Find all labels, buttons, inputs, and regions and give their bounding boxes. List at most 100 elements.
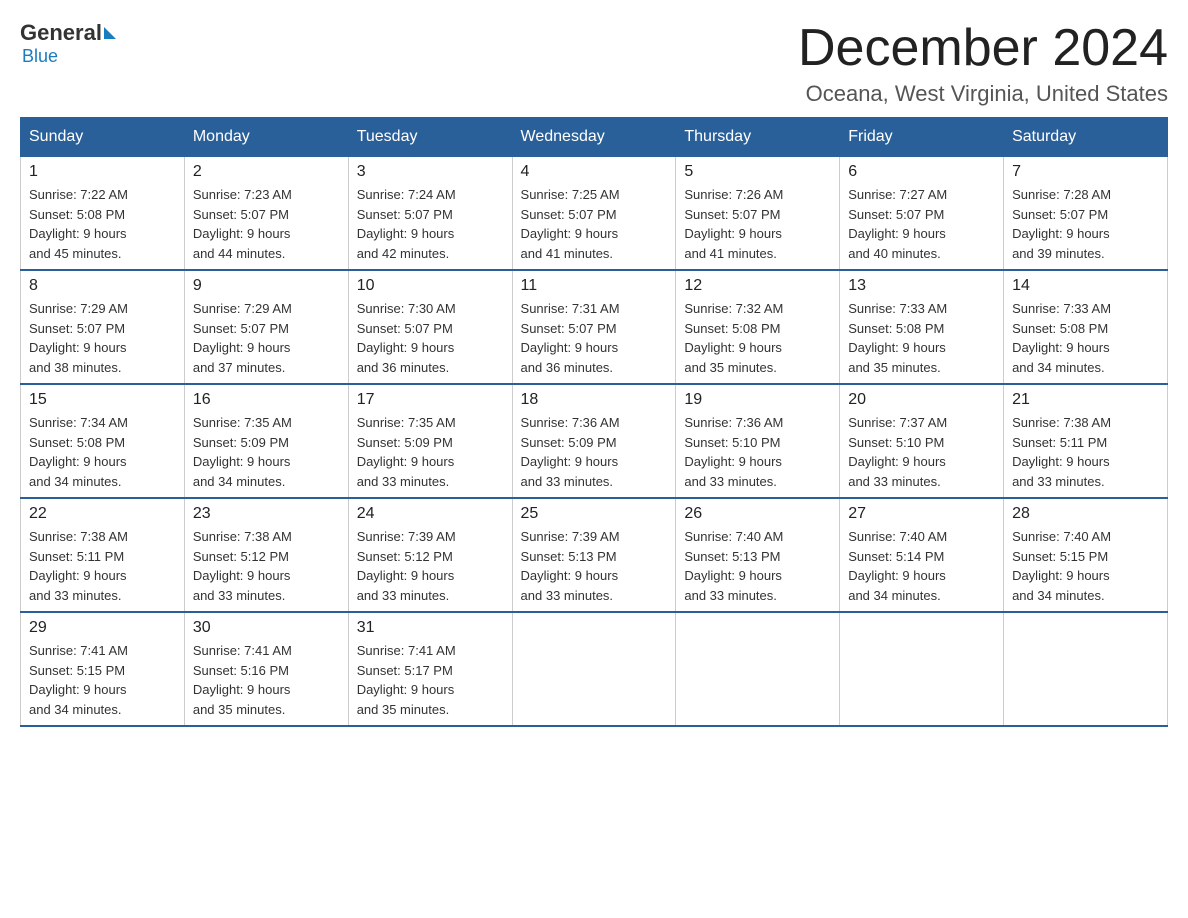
- day-info: Sunrise: 7:37 AMSunset: 5:10 PMDaylight:…: [848, 413, 995, 491]
- day-info: Sunrise: 7:27 AMSunset: 5:07 PMDaylight:…: [848, 185, 995, 263]
- calendar-week-row: 1Sunrise: 7:22 AMSunset: 5:08 PMDaylight…: [21, 157, 1168, 271]
- title-section: December 2024 Oceana, West Virginia, Uni…: [798, 20, 1168, 107]
- day-info: Sunrise: 7:38 AMSunset: 5:11 PMDaylight:…: [1012, 413, 1159, 491]
- day-number: 6: [848, 163, 995, 181]
- calendar-cell: 11 Sunrise: 7:31 AMSunset: 5:07 PMDayligh…: [512, 270, 676, 384]
- day-number: 21: [1012, 391, 1159, 409]
- calendar-table: SundayMondayTuesdayWednesdayThursdayFrid…: [20, 117, 1168, 727]
- day-info: Sunrise: 7:41 AMSunset: 5:15 PMDaylight:…: [29, 641, 176, 719]
- calendar-cell: 31Sunrise: 7:41 AMSunset: 5:17 PMDayligh…: [348, 612, 512, 726]
- calendar-cell: 4 Sunrise: 7:25 AMSunset: 5:07 PMDaylight…: [512, 157, 676, 271]
- calendar-cell: 9 Sunrise: 7:29 AMSunset: 5:07 PMDaylight…: [184, 270, 348, 384]
- calendar-cell: [1004, 612, 1168, 726]
- day-number: 26: [684, 505, 831, 523]
- day-number: 11: [521, 277, 668, 295]
- day-number: 14: [1012, 277, 1159, 295]
- day-number: 25: [521, 505, 668, 523]
- weekday-header-thursday: Thursday: [676, 118, 840, 157]
- logo: General Blue: [20, 20, 118, 67]
- calendar-cell: 6 Sunrise: 7:27 AMSunset: 5:07 PMDaylight…: [840, 157, 1004, 271]
- day-info: Sunrise: 7:25 AMSunset: 5:07 PMDaylight:…: [521, 185, 668, 263]
- day-info: Sunrise: 7:34 AMSunset: 5:08 PMDaylight:…: [29, 413, 176, 491]
- calendar-cell: 10 Sunrise: 7:30 AMSunset: 5:07 PMDayligh…: [348, 270, 512, 384]
- calendar-cell: 8 Sunrise: 7:29 AMSunset: 5:07 PMDaylight…: [21, 270, 185, 384]
- day-number: 5: [684, 163, 831, 181]
- day-info: Sunrise: 7:39 AMSunset: 5:12 PMDaylight:…: [357, 527, 504, 605]
- calendar-cell: 25Sunrise: 7:39 AMSunset: 5:13 PMDayligh…: [512, 498, 676, 612]
- calendar-cell: 16 Sunrise: 7:35 AMSunset: 5:09 PMDayligh…: [184, 384, 348, 498]
- day-info: Sunrise: 7:24 AMSunset: 5:07 PMDaylight:…: [357, 185, 504, 263]
- weekday-header-tuesday: Tuesday: [348, 118, 512, 157]
- weekday-header-wednesday: Wednesday: [512, 118, 676, 157]
- calendar-cell: 12Sunrise: 7:32 AMSunset: 5:08 PMDayligh…: [676, 270, 840, 384]
- day-info: Sunrise: 7:36 AMSunset: 5:10 PMDaylight:…: [684, 413, 831, 491]
- calendar-cell: 29 Sunrise: 7:41 AMSunset: 5:15 PMDayligh…: [21, 612, 185, 726]
- day-number: 2: [193, 163, 340, 181]
- calendar-cell: 26 Sunrise: 7:40 AMSunset: 5:13 PMDayligh…: [676, 498, 840, 612]
- day-number: 3: [357, 163, 504, 181]
- day-number: 28: [1012, 505, 1159, 523]
- day-number: 22: [29, 505, 176, 523]
- calendar-week-row: 22 Sunrise: 7:38 AMSunset: 5:11 PMDayligh…: [21, 498, 1168, 612]
- calendar-cell: 13Sunrise: 7:33 AMSunset: 5:08 PMDayligh…: [840, 270, 1004, 384]
- logo-arrow-icon: [104, 27, 116, 39]
- day-number: 7: [1012, 163, 1159, 181]
- day-info: Sunrise: 7:33 AMSunset: 5:08 PMDaylight:…: [848, 299, 995, 377]
- day-info: Sunrise: 7:40 AMSunset: 5:13 PMDaylight:…: [684, 527, 831, 605]
- day-number: 29: [29, 619, 176, 637]
- day-number: 12: [684, 277, 831, 295]
- day-number: 1: [29, 163, 176, 181]
- logo-blue-text: Blue: [22, 46, 58, 67]
- day-info: Sunrise: 7:23 AMSunset: 5:07 PMDaylight:…: [193, 185, 340, 263]
- day-info: Sunrise: 7:30 AMSunset: 5:07 PMDaylight:…: [357, 299, 504, 377]
- calendar-cell: 14Sunrise: 7:33 AMSunset: 5:08 PMDayligh…: [1004, 270, 1168, 384]
- logo-general-text: General: [20, 20, 102, 46]
- day-info: Sunrise: 7:35 AMSunset: 5:09 PMDaylight:…: [193, 413, 340, 491]
- calendar-cell: 17Sunrise: 7:35 AMSunset: 5:09 PMDayligh…: [348, 384, 512, 498]
- calendar-cell: 7 Sunrise: 7:28 AMSunset: 5:07 PMDaylight…: [1004, 157, 1168, 271]
- calendar-cell: 21 Sunrise: 7:38 AMSunset: 5:11 PMDayligh…: [1004, 384, 1168, 498]
- day-info: Sunrise: 7:41 AMSunset: 5:16 PMDaylight:…: [193, 641, 340, 719]
- day-info: Sunrise: 7:29 AMSunset: 5:07 PMDaylight:…: [193, 299, 340, 377]
- calendar-cell: 15 Sunrise: 7:34 AMSunset: 5:08 PMDayligh…: [21, 384, 185, 498]
- day-number: 23: [193, 505, 340, 523]
- calendar-header-row: SundayMondayTuesdayWednesdayThursdayFrid…: [21, 118, 1168, 157]
- day-info: Sunrise: 7:36 AMSunset: 5:09 PMDaylight:…: [521, 413, 668, 491]
- day-number: 8: [29, 277, 176, 295]
- day-number: 20: [848, 391, 995, 409]
- day-number: 4: [521, 163, 668, 181]
- calendar-cell: 20 Sunrise: 7:37 AMSunset: 5:10 PMDayligh…: [840, 384, 1004, 498]
- weekday-header-sunday: Sunday: [21, 118, 185, 157]
- day-number: 19: [684, 391, 831, 409]
- day-number: 15: [29, 391, 176, 409]
- calendar-week-row: 15 Sunrise: 7:34 AMSunset: 5:08 PMDayligh…: [21, 384, 1168, 498]
- calendar-cell: 19 Sunrise: 7:36 AMSunset: 5:10 PMDayligh…: [676, 384, 840, 498]
- calendar-cell: 18Sunrise: 7:36 AMSunset: 5:09 PMDayligh…: [512, 384, 676, 498]
- day-info: Sunrise: 7:35 AMSunset: 5:09 PMDaylight:…: [357, 413, 504, 491]
- day-info: Sunrise: 7:40 AMSunset: 5:14 PMDaylight:…: [848, 527, 995, 605]
- calendar-cell: [512, 612, 676, 726]
- day-number: 24: [357, 505, 504, 523]
- day-info: Sunrise: 7:38 AMSunset: 5:11 PMDaylight:…: [29, 527, 176, 605]
- weekday-header-friday: Friday: [840, 118, 1004, 157]
- day-info: Sunrise: 7:41 AMSunset: 5:17 PMDaylight:…: [357, 641, 504, 719]
- day-number: 27: [848, 505, 995, 523]
- page-header: General Blue December 2024 Oceana, West …: [20, 20, 1168, 107]
- day-info: Sunrise: 7:31 AMSunset: 5:07 PMDaylight:…: [521, 299, 668, 377]
- month-title: December 2024: [798, 20, 1168, 77]
- calendar-cell: 3 Sunrise: 7:24 AMSunset: 5:07 PMDaylight…: [348, 157, 512, 271]
- day-number: 9: [193, 277, 340, 295]
- day-info: Sunrise: 7:38 AMSunset: 5:12 PMDaylight:…: [193, 527, 340, 605]
- calendar-week-row: 8 Sunrise: 7:29 AMSunset: 5:07 PMDaylight…: [21, 270, 1168, 384]
- calendar-cell: 22 Sunrise: 7:38 AMSunset: 5:11 PMDayligh…: [21, 498, 185, 612]
- calendar-week-row: 29 Sunrise: 7:41 AMSunset: 5:15 PMDayligh…: [21, 612, 1168, 726]
- calendar-cell: 5Sunrise: 7:26 AMSunset: 5:07 PMDaylight…: [676, 157, 840, 271]
- calendar-cell: 28Sunrise: 7:40 AMSunset: 5:15 PMDayligh…: [1004, 498, 1168, 612]
- day-number: 10: [357, 277, 504, 295]
- day-info: Sunrise: 7:29 AMSunset: 5:07 PMDaylight:…: [29, 299, 176, 377]
- calendar-cell: 30Sunrise: 7:41 AMSunset: 5:16 PMDayligh…: [184, 612, 348, 726]
- day-number: 16: [193, 391, 340, 409]
- weekday-header-saturday: Saturday: [1004, 118, 1168, 157]
- weekday-header-monday: Monday: [184, 118, 348, 157]
- day-info: Sunrise: 7:28 AMSunset: 5:07 PMDaylight:…: [1012, 185, 1159, 263]
